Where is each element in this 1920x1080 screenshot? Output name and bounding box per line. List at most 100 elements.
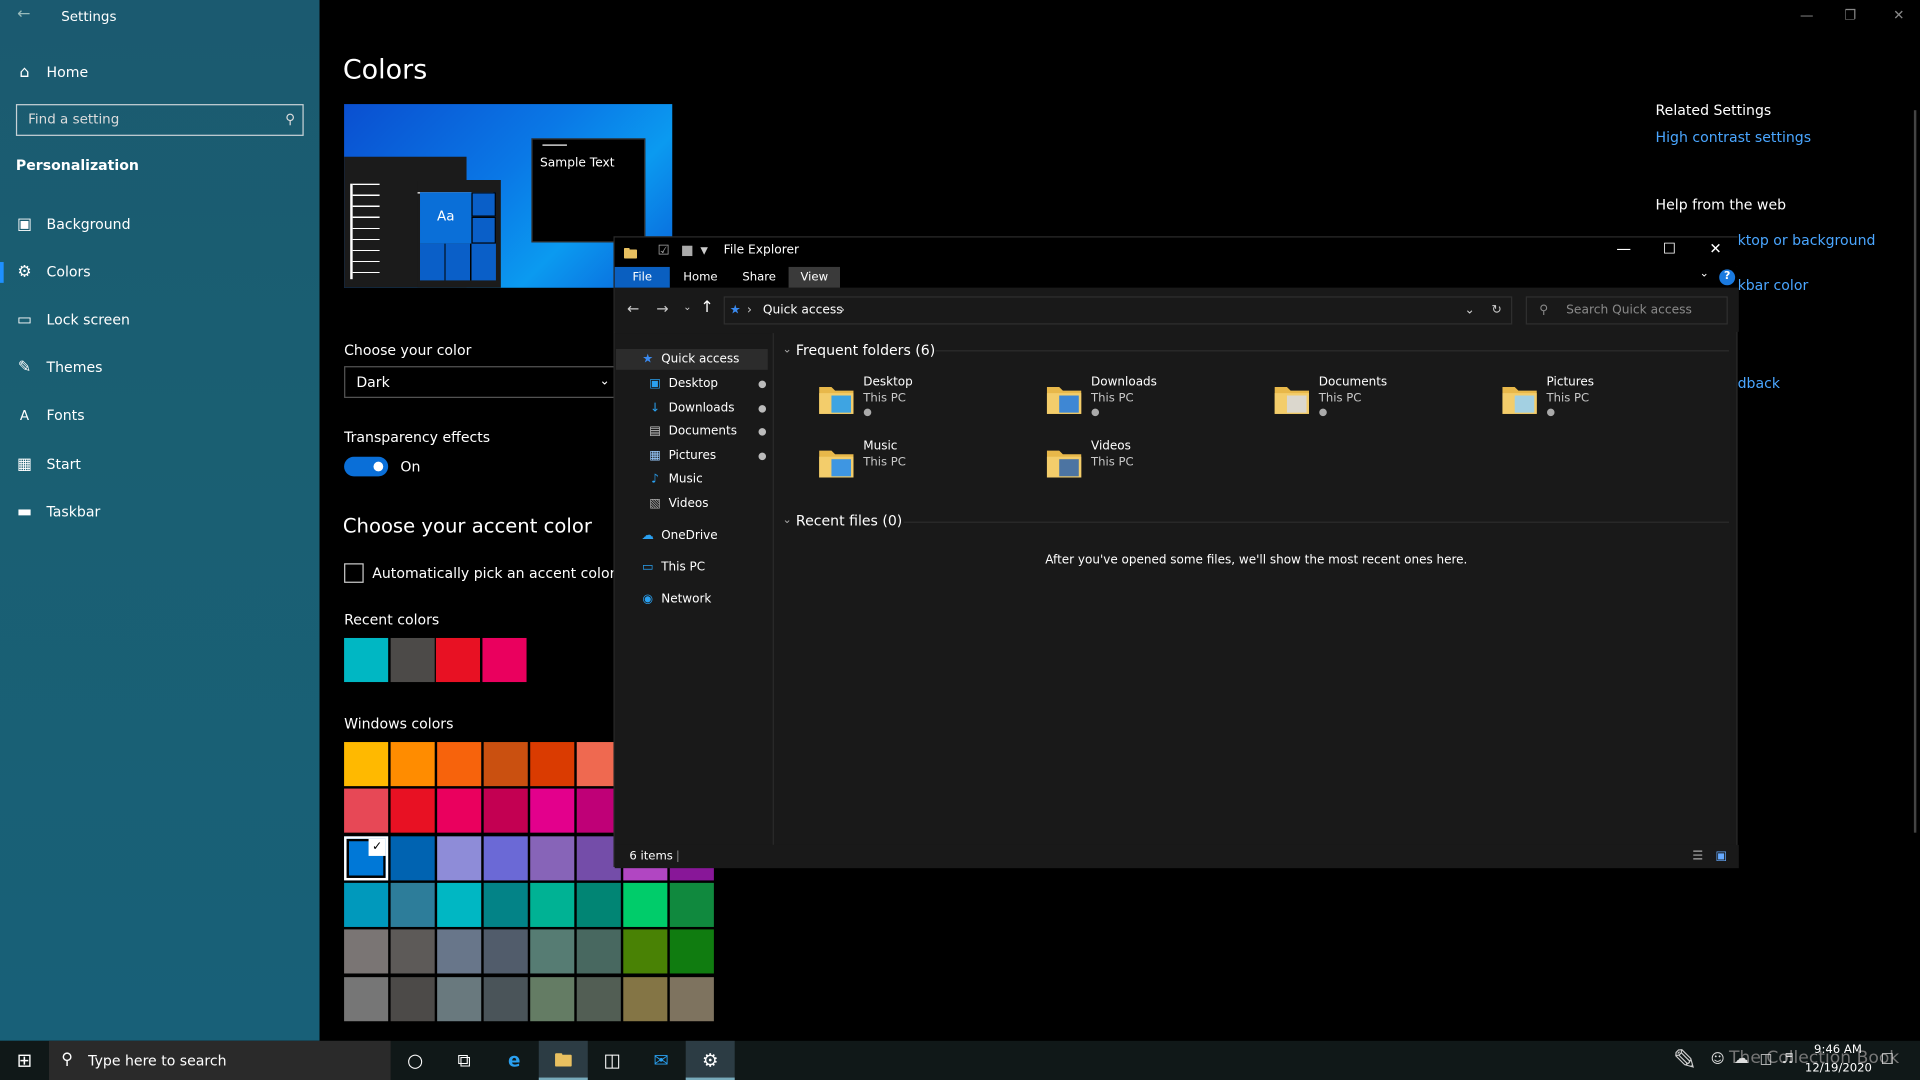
windows-color-swatch[interactable] [437,742,482,787]
nav-home[interactable]: ⌂ Home [0,54,320,91]
search-icon[interactable]: ⚲ [285,105,295,134]
explorer-close-button[interactable]: ✕ [1709,240,1721,257]
windows-color-swatch[interactable] [623,929,668,974]
windows-color-swatch[interactable] [344,742,389,787]
windows-color-swatch[interactable] [483,788,528,834]
taskbar-search-box[interactable]: ⚲ Type here to search [48,1040,391,1080]
windows-color-swatch[interactable] [669,929,714,974]
windows-color-swatch[interactable] [390,929,435,974]
clock-date[interactable]: 12/19/2020 [1805,1062,1872,1075]
windows-color-swatch[interactable] [483,976,528,1021]
nav-onedrive[interactable]: ☁ OneDrive [639,524,718,547]
nav-themes[interactable]: ✎ Themes [0,349,320,386]
nav-music[interactable]: ♪ Music [647,468,703,491]
windows-color-swatch[interactable] [483,835,528,880]
windows-color-swatch[interactable] [437,929,482,974]
pin-icon[interactable]: ● [758,397,767,420]
windows-color-swatch[interactable] [530,929,575,974]
recent-color-swatch[interactable] [390,637,435,683]
details-view-icon[interactable]: ☰ [1692,845,1703,868]
recent-color-swatch[interactable] [344,637,389,683]
windows-color-swatch[interactable] [437,976,482,1021]
feedback-link[interactable]: dback [1738,375,1780,392]
people-icon[interactable]: ☺ [1711,1051,1725,1067]
folder-tile-desktop[interactable]: Desktop This PC ● [817,376,1037,435]
folder-tile-pictures[interactable]: Pictures This PC ● [1500,376,1720,435]
up-arrow-icon[interactable]: ↑ [700,299,713,317]
large-icons-view-icon[interactable]: ▣ [1716,845,1728,868]
windows-start-icon[interactable]: ⊞ [0,1041,49,1080]
auto-accent-checkbox[interactable] [344,563,364,583]
settings-close-button[interactable]: ✕ [1893,7,1904,23]
windows-color-swatch[interactable] [437,788,482,834]
collapse-recent-icon[interactable]: ⌄ [782,514,791,526]
nav-start[interactable]: ▦ Start [0,446,320,483]
windows-color-swatch[interactable] [390,788,435,834]
find-setting-input[interactable]: Find a setting ⚲ [15,104,304,136]
explorer-search-input[interactable]: ⚲ Search Quick access [1525,296,1728,325]
cortana-circle-icon[interactable]: ○ [391,1041,440,1080]
windows-color-swatch[interactable] [623,976,668,1021]
settings-scrollbar[interactable] [1913,110,1917,833]
windows-color-swatch[interactable] [530,835,575,880]
explorer-minimize-button[interactable]: — [1616,240,1631,257]
frequent-folders-heading[interactable]: Frequent folders (6) [796,342,935,359]
onedrive-tray-icon[interactable]: ☁ [1734,1049,1749,1066]
back-arrow-icon[interactable]: ← [627,300,639,317]
transparency-toggle[interactable] [344,456,389,477]
windows-color-swatch[interactable] [483,929,528,974]
windows-color-swatch[interactable] [390,742,435,787]
windows-color-swatch[interactable] [669,976,714,1021]
expand-ribbon-icon[interactable]: ⌄ [1700,268,1709,280]
notification-icon[interactable]: ☐ [1881,1051,1894,1068]
windows-color-swatch[interactable] [437,835,482,880]
back-arrow-icon[interactable]: ← [17,5,30,23]
windows-color-swatch[interactable] [390,976,435,1021]
nav-pictures[interactable]: ▦ Pictures ● [647,444,772,467]
refresh-icon[interactable]: ↻ [1491,298,1501,324]
chevron-right-icon[interactable]: › [840,298,845,324]
nav-desktop[interactable]: ▣ Desktop ● [647,372,772,395]
windows-color-swatch[interactable] [576,882,621,927]
windows-color-swatch[interactable] [344,882,389,927]
tab-view[interactable]: View [788,266,841,288]
folder-tile-videos[interactable]: Videos This PC [1044,440,1264,499]
pin-icon[interactable]: ● [758,372,767,395]
choose-color-dropdown[interactable]: Dark ⌄ [344,366,619,398]
network-tray-icon[interactable]: ◫ [1760,1051,1773,1067]
volume-icon[interactable]: ♬ [1782,1051,1794,1067]
recent-files-heading[interactable]: Recent files (0) [796,512,902,529]
recent-color-swatch[interactable] [435,637,481,683]
windows-color-swatch[interactable] [437,882,482,927]
windows-color-swatch[interactable] [390,882,435,927]
nav-documents[interactable]: ▤ Documents ● [647,420,772,443]
windows-color-swatch[interactable] [623,882,668,927]
nav-background[interactable]: ▣ Background [0,206,320,243]
nav-network[interactable]: ◉ Network [639,588,711,611]
windows-color-swatch[interactable] [530,742,575,787]
help-link-background[interactable]: ktop or background [1738,231,1876,248]
windows-color-swatch[interactable]: ✓ [344,835,389,880]
help-link-taskbar-color[interactable]: kbar color [1738,277,1809,294]
chevron-down-icon[interactable]: ⌄ [1465,298,1475,324]
nav-videos[interactable]: ▧ Videos [647,492,708,515]
file-explorer-icon[interactable]: 🖿 [538,1040,588,1080]
windows-color-swatch[interactable] [530,882,575,927]
collapse-frequent-icon[interactable]: ⌄ [782,344,791,356]
recent-locations-icon[interactable]: ⌄ [683,301,691,312]
nav-quick-access[interactable]: ★ Quick access [639,348,739,371]
windows-color-swatch[interactable] [344,929,389,974]
settings-restore-button[interactable]: ❐ [1844,7,1856,23]
clock-time[interactable]: 9:46 AM [1807,1043,1868,1056]
windows-color-swatch[interactable] [530,976,575,1021]
windows-color-swatch[interactable] [390,835,435,880]
breadcrumb-quick-access[interactable]: Quick access [763,298,843,324]
windows-color-swatch[interactable] [344,976,389,1021]
windows-color-swatch[interactable] [530,788,575,834]
nav-taskbar[interactable]: ▬ Taskbar [0,493,320,530]
nav-colors[interactable]: ⚙ Colors [0,253,320,290]
pin-icon[interactable]: ● [758,444,767,467]
new-folder-icon[interactable]: ■ [681,242,694,258]
task-view-icon[interactable]: ⧉ [440,1041,489,1080]
nav-lock-screen[interactable]: ▭ Lock screen [0,301,320,338]
